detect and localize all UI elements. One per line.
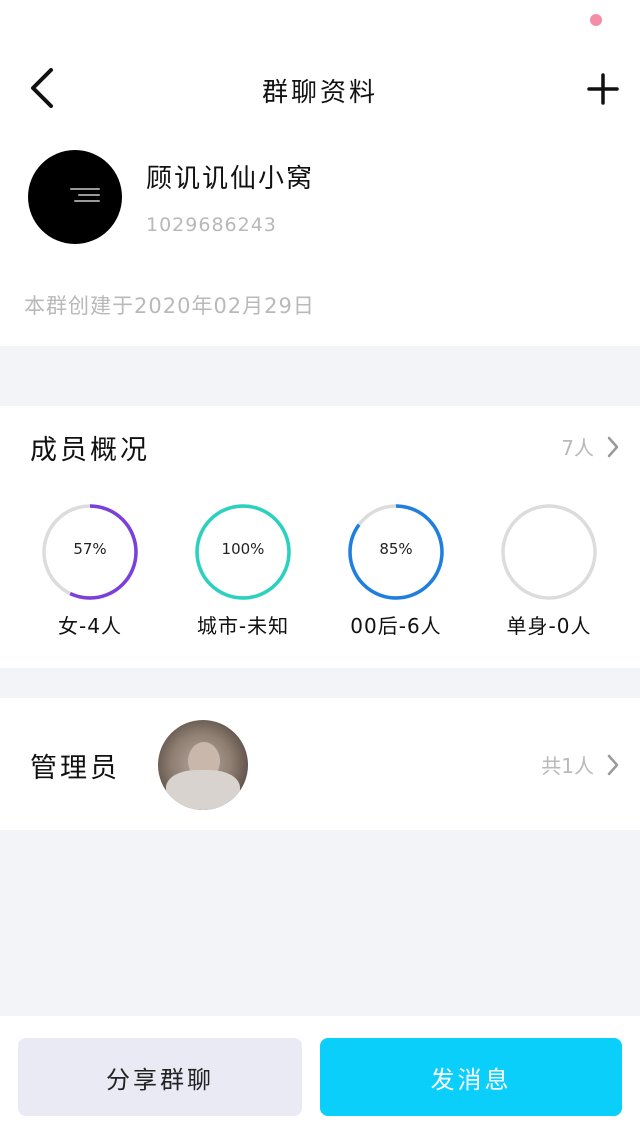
page-title: 群聊资料 bbox=[261, 78, 378, 108]
admin-avatar[interactable] bbox=[158, 720, 248, 810]
stat-percent: 85% bbox=[379, 540, 413, 558]
stat-label: 00后-6人 bbox=[350, 614, 442, 638]
stat-percent: 57% bbox=[73, 540, 107, 558]
members-overview[interactable]: 成员概况 7人 57% 女-4人 100% 城市-未知 85% 00后-6人 单… bbox=[0, 406, 640, 668]
admins-count-text: 共1人 bbox=[541, 754, 594, 778]
progress-ring bbox=[501, 504, 597, 600]
stat-female: 57% 女-4人 bbox=[20, 502, 160, 639]
members-count-text: 7人 bbox=[561, 436, 594, 460]
group-name: 顾讥讥仙小窝 bbox=[146, 164, 315, 194]
stat-label: 城市-未知 bbox=[196, 614, 290, 638]
ring-track bbox=[501, 504, 597, 600]
stat-ring: 100% bbox=[193, 502, 293, 602]
stat-label: 单身-0人 bbox=[506, 614, 592, 638]
admins-count[interactable]: 共1人 bbox=[541, 750, 620, 779]
stat-age: 85% 00后-6人 bbox=[326, 502, 466, 639]
add-button[interactable] bbox=[582, 68, 624, 110]
share-group-button[interactable]: 分享群聊 bbox=[18, 1038, 302, 1116]
stat-ring: 85% bbox=[346, 502, 446, 602]
stat-percent: 100% bbox=[221, 540, 265, 558]
header: 群聊资料 bbox=[0, 58, 640, 118]
chevron-right-icon bbox=[607, 436, 619, 457]
bottom-bar: 分享群聊 发消息 bbox=[0, 1016, 640, 1138]
members-count[interactable]: 7人 bbox=[561, 432, 620, 461]
stat-ring bbox=[499, 502, 599, 602]
group-created-date: 本群创建于2020年02月29日 bbox=[24, 294, 315, 318]
stat-label: 女-4人 bbox=[58, 614, 122, 638]
group-avatar[interactable] bbox=[28, 150, 122, 244]
notification-dot bbox=[590, 14, 602, 26]
avatar-scribble bbox=[70, 188, 104, 208]
stat-single: 单身-0人 bbox=[479, 502, 619, 639]
members-title: 成员概况 bbox=[30, 435, 150, 466]
plus-icon bbox=[587, 73, 619, 105]
stat-ring: 57% bbox=[40, 502, 140, 602]
stat-city: 100% 城市-未知 bbox=[173, 502, 313, 639]
group-id: 1029686243 bbox=[146, 214, 277, 236]
send-message-button[interactable]: 发消息 bbox=[320, 1038, 622, 1116]
admins-row[interactable]: 管理员 共1人 bbox=[0, 698, 640, 830]
chevron-right-icon bbox=[607, 754, 619, 775]
admins-title: 管理员 bbox=[30, 753, 120, 784]
top-area: 群聊资料 顾讥讥仙小窝 1029686243 本群创建于2020年02月29日 bbox=[0, 0, 640, 346]
